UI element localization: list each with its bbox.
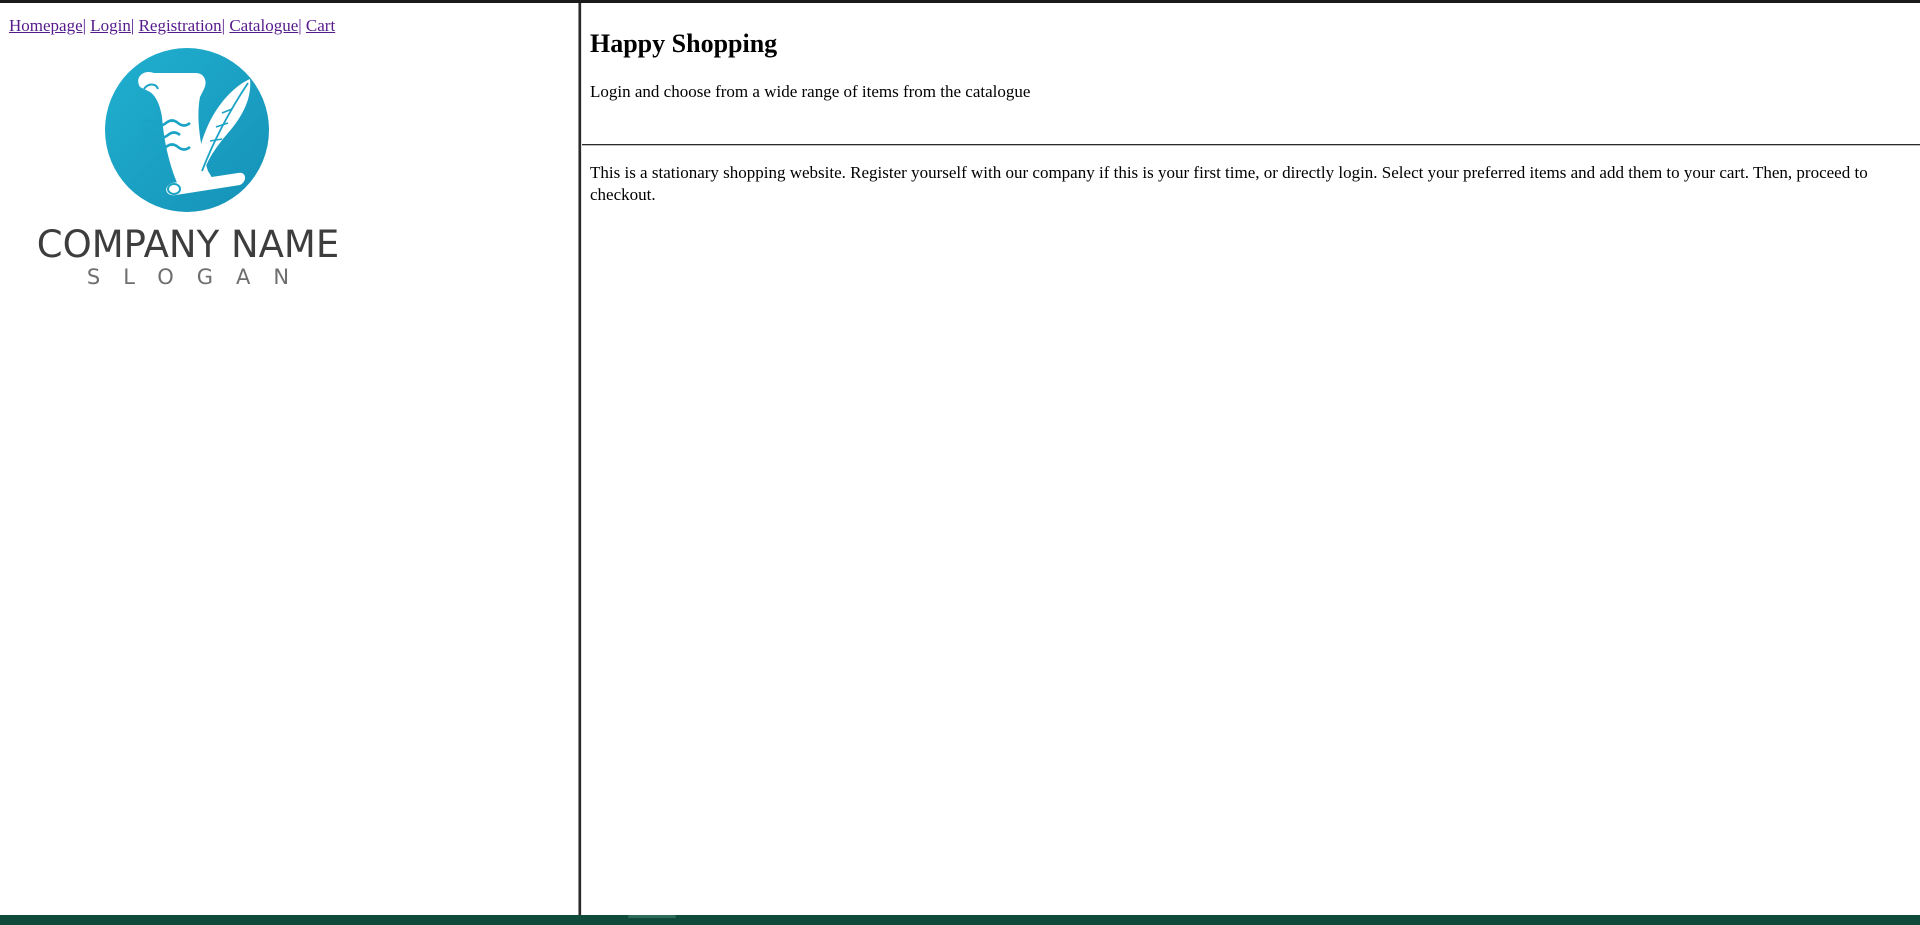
company-logo: COMPANY NAME SLOGAN xyxy=(26,47,350,291)
content-frame: This is a stationary shopping website. R… xyxy=(582,146,1920,915)
nav-link-login[interactable]: Login xyxy=(90,16,131,35)
nav-link-cart[interactable]: Cart xyxy=(306,16,335,35)
taskbar-item[interactable] xyxy=(628,915,676,918)
nav-separator: | xyxy=(130,16,135,35)
page-tagline: Login and choose from a wide range of it… xyxy=(590,82,1031,101)
navigation-frame[interactable]: Homepage| Login| Registration| Catalogue… xyxy=(0,3,578,915)
header-frame: Happy Shopping Login and choose from a w… xyxy=(582,3,1920,144)
company-slogan: SLOGAN xyxy=(86,265,313,289)
site-description: This is a stationary shopping website. R… xyxy=(590,163,1868,204)
company-name: COMPANY NAME xyxy=(36,223,340,266)
nav-link-homepage[interactable]: Homepage xyxy=(9,16,83,35)
nav-separator: | xyxy=(221,16,226,35)
taskbar xyxy=(0,915,1920,925)
nav-link-registration[interactable]: Registration xyxy=(139,16,222,35)
scroll-and-quill-icon xyxy=(105,48,269,212)
nav-bar: Homepage| Login| Registration| Catalogue… xyxy=(9,14,335,38)
nav-link-catalogue[interactable]: Catalogue xyxy=(229,16,298,35)
nav-separator: | xyxy=(298,16,302,35)
nav-separator: | xyxy=(82,16,87,35)
page-title: Happy Shopping xyxy=(590,29,778,58)
